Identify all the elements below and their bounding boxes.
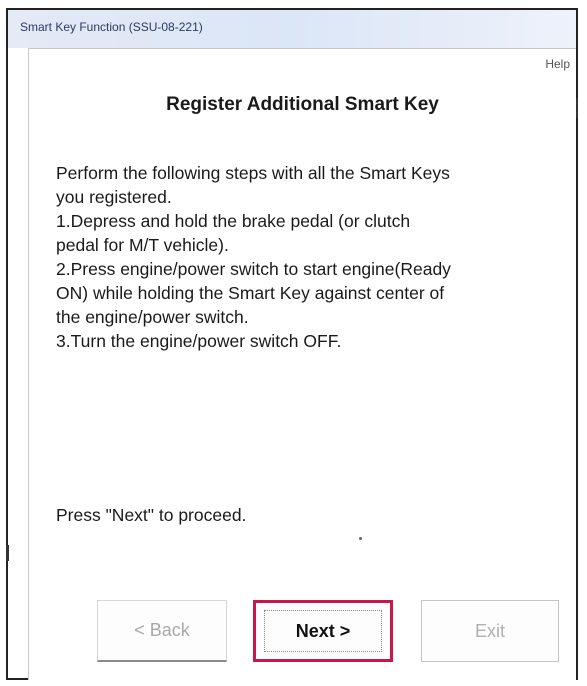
- next-button-label: Next >: [295, 620, 351, 641]
- title-bar[interactable]: Smart Key Function (SSU-08-221): [8, 10, 576, 48]
- instruction-line: the engine/power switch.: [56, 307, 249, 327]
- window-left-mark: [6, 545, 9, 561]
- back-button[interactable]: < Back: [97, 600, 227, 662]
- exit-button[interactable]: Exit: [421, 600, 559, 662]
- instruction-line: 2.Press engine/power switch to start eng…: [56, 259, 451, 279]
- instruction-line: you registered.: [56, 187, 172, 207]
- instruction-line: ON) while holding the Smart Key against …: [56, 283, 445, 303]
- back-button-label: < Back: [134, 620, 190, 640]
- dialog-window: Smart Key Function (SSU-08-221) Help Reg…: [6, 8, 578, 680]
- instruction-line: 3.Turn the engine/power switch OFF.: [56, 331, 342, 351]
- content-panel: Help Register Additional Smart Key Perfo…: [28, 48, 576, 680]
- help-link[interactable]: Help: [545, 57, 570, 71]
- next-button[interactable]: Next >: [253, 600, 393, 662]
- instruction-line: 1.Depress and hold the brake pedal (or c…: [56, 211, 411, 231]
- exit-button-label: Exit: [474, 620, 505, 641]
- proceed-prompt: Press "Next" to proceed.: [56, 505, 247, 525]
- page-title: Register Additional Smart Key: [166, 94, 439, 115]
- scan-speck: [359, 537, 362, 540]
- instructions-text: Perform the following steps with all the…: [56, 161, 576, 353]
- instruction-line: pedal for M/T vehicle).: [56, 235, 229, 255]
- instruction-line: Perform the following steps with all the…: [56, 163, 450, 183]
- window-title: Smart Key Function (SSU-08-221): [20, 20, 203, 34]
